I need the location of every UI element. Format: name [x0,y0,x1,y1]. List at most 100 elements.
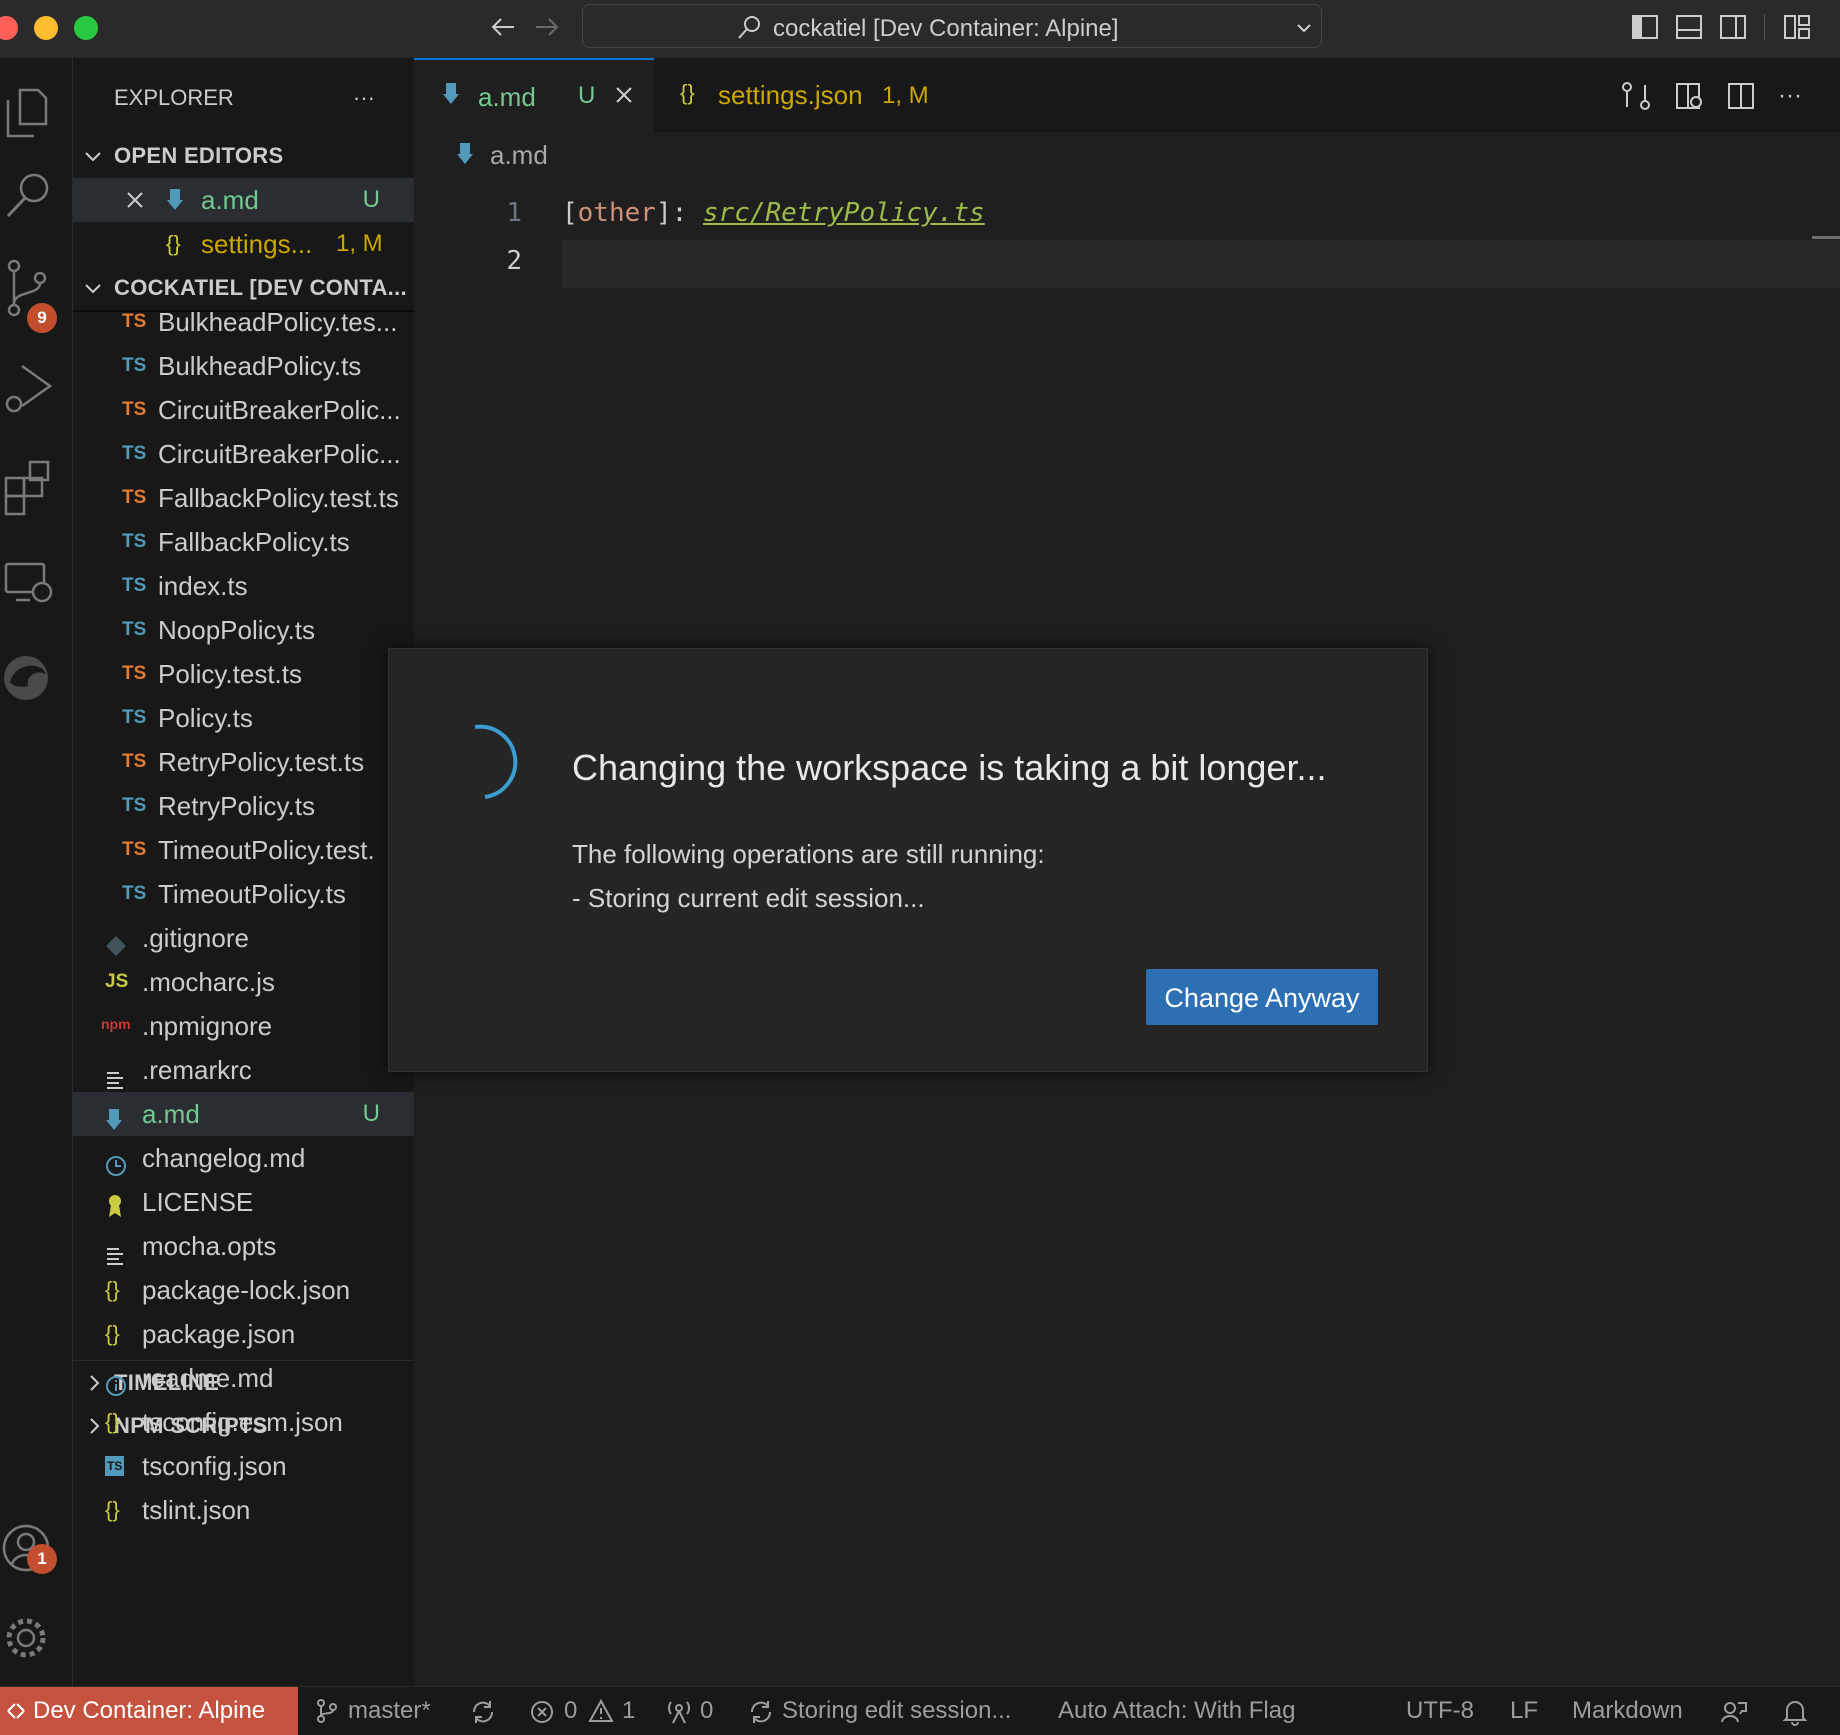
toggle-secondary-sidebar-icon[interactable] [1718,12,1748,42]
accounts-badge: 1 [27,1544,57,1574]
file-name: tsconfig.esm.json [142,1407,343,1437]
file-tree-item[interactable]: TS RetryPolicy.ts [73,784,414,828]
open-editor-settings-json[interactable]: {} settings... 1, M [73,222,414,266]
auto-attach-status[interactable]: Auto Attach: With Flag [1058,1687,1295,1735]
tab-a-md[interactable]: a.md U [414,58,654,132]
sync-icon[interactable] [470,1699,496,1725]
feedback-icon[interactable] [1720,1699,1748,1725]
file-tree-item[interactable]: {} package-lock.json [73,1268,414,1312]
json-icon: {} [105,1277,120,1302]
file-tree-item[interactable]: readme.md [73,1356,414,1400]
open-changes-icon[interactable] [1620,80,1652,112]
open-editors-section-header[interactable]: OPEN EDITORS [73,134,414,178]
file-tree-item[interactable]: TS FallbackPolicy.ts [73,520,414,564]
customize-layout-icon[interactable] [1782,12,1812,42]
file-tree-item[interactable]: TS RetryPolicy.test.ts [73,740,414,784]
json-icon: {} [166,231,181,256]
open-editors-label: OPEN EDITORS [114,143,284,168]
git-status: U [362,1100,380,1127]
explorer-icon[interactable] [0,74,72,146]
file-tree-item[interactable]: {} tslint.json [73,1488,414,1532]
file-tree-item[interactable]: TS index.ts [73,564,414,608]
extensions-icon[interactable] [0,450,72,522]
file-tree-item[interactable]: {} package.json [73,1312,414,1356]
typescript-file-icon: TS [122,311,147,332]
error-icon [531,1701,553,1723]
notifications-bell-icon[interactable] [1782,1698,1808,1726]
file-tree-item[interactable]: LICENSE [73,1180,414,1224]
breadcrumb[interactable]: a.md [490,140,548,171]
file-name: TimeoutPolicy.test. [158,835,375,865]
divider [1764,14,1765,40]
eol-status[interactable]: LF [1510,1687,1538,1735]
file-tree-item[interactable]: mocha.opts [73,1224,414,1268]
open-editor-name: settings... [201,229,313,259]
tab-settings-json[interactable]: {} settings.json 1, M [656,58,981,132]
workspace-change-dialog: Changing the workspace is taking a bit l… [388,648,1428,1072]
explorer-title: EXPLORER [114,85,234,110]
open-editor-a-md[interactable]: a.md U [73,178,414,222]
file-tree-item[interactable]: TS CircuitBreakerPolic... [73,388,414,432]
file-tree-item[interactable]: TS CircuitBreakerPolic... [73,432,414,476]
minimize-window-button[interactable] [34,16,58,40]
problem-status: 1, M [336,230,383,257]
remote-label: Dev Container: Alpine [33,1697,266,1724]
line-number: 2 [506,246,522,276]
close-icon[interactable] [615,86,633,104]
zoom-window-button[interactable] [74,16,98,40]
encoding-status[interactable]: UTF-8 [1406,1687,1474,1735]
remote-indicator[interactable]: Dev Container: Alpine [0,1687,298,1735]
file-tree-item[interactable]: {} tsconfig.esm.json [73,1400,414,1444]
file-tree-item[interactable]: TS NoopPolicy.ts [73,608,414,652]
close-icon[interactable] [126,191,144,209]
back-arrow-icon[interactable] [488,12,518,42]
branch-indicator[interactable]: master* [316,1687,446,1735]
split-editor-icon[interactable] [1726,80,1758,112]
language-mode[interactable]: Markdown [1572,1687,1683,1735]
more-actions-icon[interactable]: ··· [353,76,375,120]
file-tree-item[interactable]: TS BulkheadPolicy.ts [73,344,414,388]
ports-indicator[interactable]: 0 [666,1687,726,1735]
toggle-panel-icon[interactable] [1674,12,1704,42]
open-preview-icon[interactable] [1674,80,1706,112]
link-target[interactable]: src/RetryPolicy.ts [703,198,985,228]
remote-explorer-icon[interactable] [0,548,72,620]
code-line-1[interactable]: [other]: src/RetryPolicy.ts [562,198,985,228]
change-anyway-button[interactable]: Change Anyway [1146,969,1378,1025]
run-debug-icon[interactable] [0,354,72,426]
forward-arrow-icon[interactable] [532,12,562,42]
more-actions-icon[interactable]: ··· [1778,82,1802,110]
file-tree-item[interactable]: TS TimeoutPolicy.ts [73,872,414,916]
command-center[interactable]: cockatiel [Dev Container: Alpine] [582,4,1322,48]
problems-indicator[interactable]: 0 1 [530,1687,636,1735]
file-tree-item[interactable]: npm .npmignore [73,1004,414,1048]
search-icon[interactable] [0,162,72,234]
file-tree-item[interactable]: TS Policy.test.ts [73,652,414,696]
file-name: LICENSE [142,1187,254,1217]
file-tree-item[interactable]: .gitignore [73,916,414,960]
toggle-primary-sidebar-icon[interactable] [1630,12,1660,42]
file-name: Policy.test.ts [158,659,303,689]
file-tree-item[interactable]: .remarkrc [73,1048,414,1092]
chevron-down-icon[interactable] [1295,19,1313,37]
gear-icon[interactable] [0,1602,72,1674]
edit-session-status[interactable]: Storing edit session... [748,1687,1038,1735]
file-tree-item[interactable]: TS BulkheadPolicy.tes... [73,300,414,344]
file-tree-item[interactable]: changelog.md [73,1136,414,1180]
json-icon: {} [105,1409,120,1434]
error-count: 0 [564,1697,578,1724]
close-window-button[interactable] [0,16,18,40]
file-tree-item[interactable]: TS tsconfig.json [73,1444,414,1488]
search-icon [738,16,760,39]
edge-devtools-icon[interactable] [0,642,72,714]
file-name: RetryPolicy.ts [158,791,315,821]
file-tree-item[interactable]: TS TimeoutPolicy.test. [73,828,414,872]
file-tree-item[interactable]: a.md U [73,1092,414,1136]
file-tree-item[interactable]: JS .mocharc.js [73,960,414,1004]
warning-icon [588,1699,614,1722]
file-name: BulkheadPolicy.ts [158,351,362,381]
git-branch-icon [317,1699,337,1723]
file-tree-item[interactable]: TS Policy.ts [73,696,414,740]
tsconfig-icon: TS [105,1456,125,1476]
file-tree-item[interactable]: TS FallbackPolicy.test.ts [73,476,414,520]
